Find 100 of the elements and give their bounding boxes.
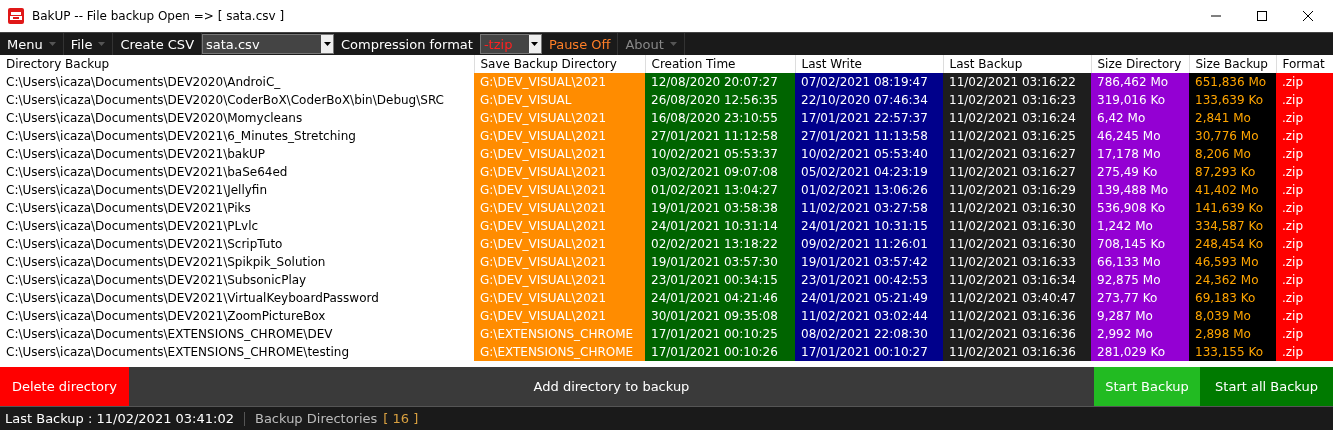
table-cell: 24/01/2021 10:31:15 — [795, 217, 943, 235]
table-cell: 334,587 Ko — [1189, 217, 1276, 235]
action-button[interactable]: Start all Backup — [1200, 367, 1333, 406]
table-cell: G:\DEV_VISUAL\2021 — [474, 109, 645, 127]
table-cell: .zip — [1276, 73, 1333, 91]
caret-icon — [669, 42, 677, 46]
table-cell: 01/02/2021 13:04:27 — [645, 181, 795, 199]
table-cell: .zip — [1276, 109, 1333, 127]
table-cell: 10/02/2021 05:53:40 — [795, 145, 943, 163]
table-cell: 11/02/2021 03:40:47 — [943, 289, 1091, 307]
table-cell: .zip — [1276, 271, 1333, 289]
window-title: BakUP -- File backup Open => [ sata.csv ] — [32, 9, 285, 23]
menu-button[interactable]: Menu — [0, 33, 64, 55]
table-cell: .zip — [1276, 127, 1333, 145]
table-cell: .zip — [1276, 217, 1333, 235]
table-cell: 30,776 Mo — [1189, 127, 1276, 145]
table-cell: 17/01/2021 22:57:37 — [795, 109, 943, 127]
table-cell: 11/02/2021 03:27:58 — [795, 199, 943, 217]
pause-toggle[interactable]: Pause Off — [541, 33, 619, 55]
dropdown-field[interactable]: sata.csv — [202, 34, 335, 54]
directories-status: Backup Directories — [254, 411, 378, 426]
table-cell: 2,898 Mo — [1189, 325, 1276, 343]
table-cell: .zip — [1276, 163, 1333, 181]
caret-icon — [323, 42, 331, 46]
table-cell: 6,42 Mo — [1091, 109, 1189, 127]
table-cell: 11/02/2021 03:16:29 — [943, 181, 1091, 199]
table-cell: 16/08/2020 23:10:55 — [645, 109, 795, 127]
table-cell: G:\DEV_VISUAL\2021 — [474, 73, 645, 91]
table-cell: 786,462 Mo — [1091, 73, 1189, 91]
table-cell: G:\DEV_VISUAL\2021 — [474, 235, 645, 253]
table-cell: 19/01/2021 03:57:30 — [645, 253, 795, 271]
table-cell: 24/01/2021 05:21:49 — [795, 289, 943, 307]
table-cell: 10/02/2021 05:53:37 — [645, 145, 795, 163]
table-cell: G:\DEV_VISUAL\2021 — [474, 307, 645, 325]
table-cell: G:\DEV_VISUAL\2021 — [474, 271, 645, 289]
table-cell: G:\DEV_VISUAL\2021 — [474, 163, 645, 181]
table-cell: 275,49 Ko — [1091, 163, 1189, 181]
table-cell: 02/02/2021 13:18:22 — [645, 235, 795, 253]
table-cell: 536,908 Ko — [1091, 199, 1189, 217]
maximize-icon[interactable] — [1257, 11, 1267, 21]
table-cell: 2,992 Mo — [1091, 325, 1189, 343]
table-cell: 01/02/2021 13:06:26 — [795, 181, 943, 199]
table-cell: 11/02/2021 03:16:27 — [943, 145, 1091, 163]
table-cell: 8,206 Mo — [1189, 145, 1276, 163]
table-cell: .zip — [1276, 253, 1333, 271]
table-cell: 26/08/2020 12:56:35 — [645, 91, 795, 109]
table-cell: .zip — [1276, 307, 1333, 325]
table-cell: 30/01/2021 09:35:08 — [645, 307, 795, 325]
table-cell: 23/01/2021 00:42:53 — [795, 271, 943, 289]
table-cell: 273,77 Ko — [1091, 289, 1189, 307]
table-cell: 24/01/2021 04:21:46 — [645, 289, 795, 307]
table-cell: .zip — [1276, 235, 1333, 253]
action-button[interactable]: Delete directory — [0, 367, 129, 406]
table-cell: 17,178 Mo — [1091, 145, 1189, 163]
table-cell: 11/02/2021 03:16:24 — [943, 109, 1091, 127]
table-cell: G:\DEV_VISUAL\2021 — [474, 199, 645, 217]
table-cell: 11/02/2021 03:02:44 — [795, 307, 943, 325]
table-cell: 22/10/2020 07:46:34 — [795, 91, 943, 109]
table-cell: 319,016 Ko — [1091, 91, 1189, 109]
table-cell: 17/01/2021 00:10:26 — [645, 343, 795, 361]
table-cell: 11/02/2021 03:16:25 — [943, 127, 1091, 145]
table-cell: 24/01/2021 10:31:14 — [645, 217, 795, 235]
table-cell: 09/02/2021 11:26:01 — [795, 235, 943, 253]
menu-button[interactable]: File — [63, 33, 114, 55]
menu-button[interactable]: About — [618, 33, 685, 55]
table-cell: 9,287 Mo — [1091, 307, 1189, 325]
table-cell: 27/01/2021 11:13:58 — [795, 127, 943, 145]
table-cell: 87,293 Ko — [1189, 163, 1276, 181]
table-cell: 27/01/2021 11:12:58 — [645, 127, 795, 145]
table-cell: 133,155 Ko — [1189, 343, 1276, 361]
table-cell: 11/02/2021 03:16:34 — [943, 271, 1091, 289]
table-cell: 11/02/2021 03:16:23 — [943, 91, 1091, 109]
table-cell: 281,029 Ko — [1091, 343, 1189, 361]
table-cell: .zip — [1276, 325, 1333, 343]
table-cell: 46,245 Mo — [1091, 127, 1189, 145]
table-cell: G:\EXTENSIONS_CHROME — [474, 325, 645, 343]
table-cell: 141,639 Ko — [1189, 199, 1276, 217]
table-cell: 46,593 Mo — [1189, 253, 1276, 271]
table-cell: .zip — [1276, 145, 1333, 163]
table-cell: 11/02/2021 03:16:33 — [943, 253, 1091, 271]
table-cell: 11/02/2021 03:16:27 — [943, 163, 1091, 181]
table-cell: 708,145 Ko — [1091, 235, 1189, 253]
table-cell: 23/01/2021 00:34:15 — [645, 271, 795, 289]
table-cell: .zip — [1276, 343, 1333, 361]
table-cell: G:\DEV_VISUAL\2021 — [474, 253, 645, 271]
table-cell: 139,488 Mo — [1091, 181, 1189, 199]
caret-icon — [531, 42, 539, 46]
compression-label: Compression format — [340, 35, 474, 54]
table-cell: G:\DEV_VISUAL\2021 — [474, 181, 645, 199]
caret-icon — [48, 42, 56, 46]
table-cell: 41,402 Mo — [1189, 181, 1276, 199]
table-cell: 11/02/2021 03:16:36 — [943, 307, 1091, 325]
table-cell: 11/02/2021 03:16:30 — [943, 199, 1091, 217]
table-cell: 2,841 Mo — [1189, 109, 1276, 127]
close-icon[interactable] — [1303, 11, 1313, 21]
table-cell: 651,836 Mo — [1189, 73, 1276, 91]
table-cell: .zip — [1276, 199, 1333, 217]
table-cell: 05/02/2021 04:23:19 — [795, 163, 943, 181]
table-cell: 03/02/2021 09:07:08 — [645, 163, 795, 181]
table-cell: 19/01/2021 03:58:38 — [645, 199, 795, 217]
